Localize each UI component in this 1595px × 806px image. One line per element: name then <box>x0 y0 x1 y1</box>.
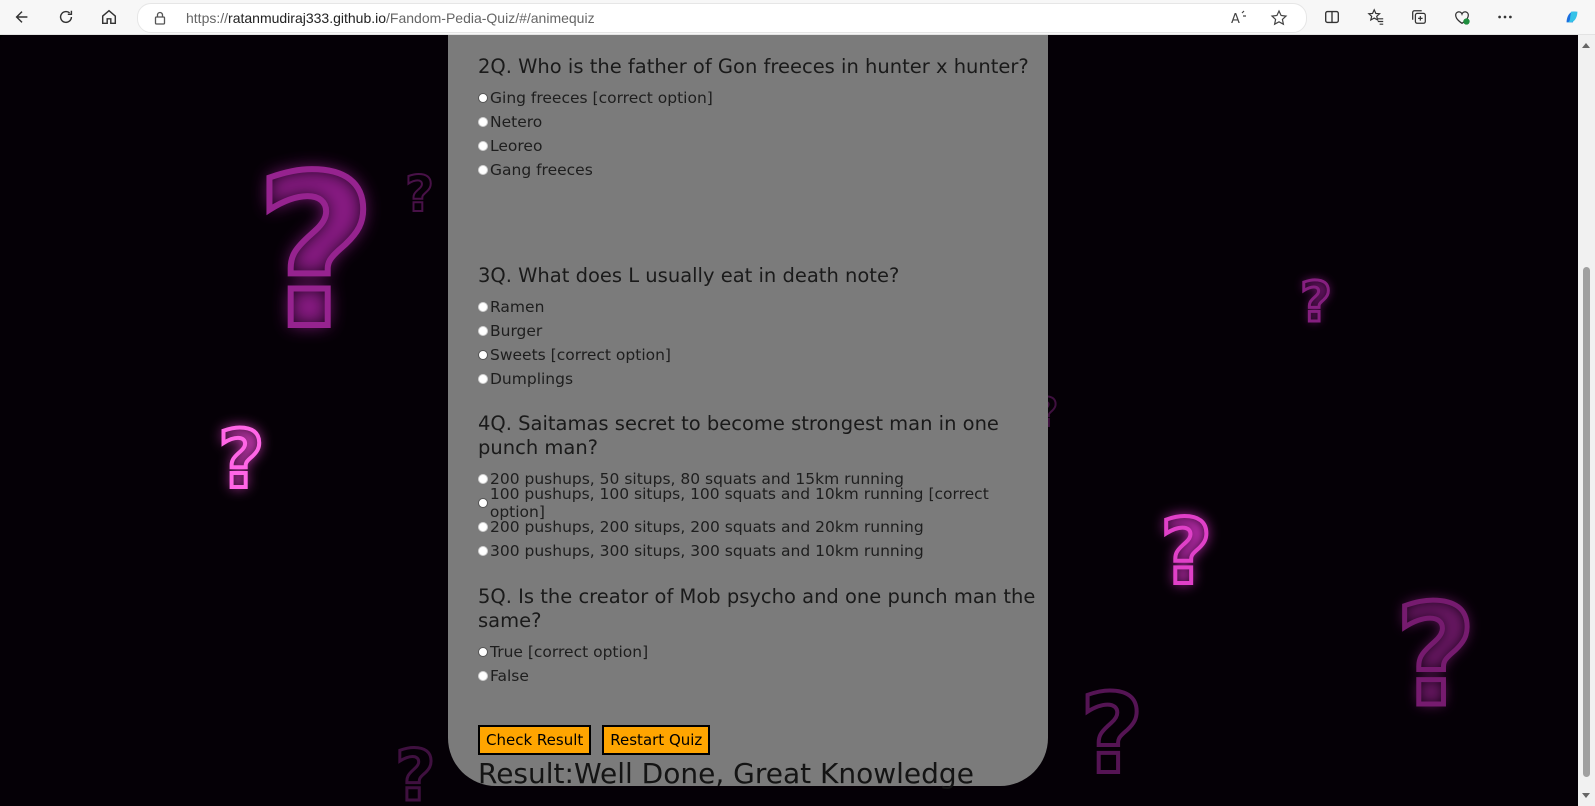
option-netero[interactable]: Netero <box>478 110 1038 134</box>
radio-button[interactable] <box>478 302 488 312</box>
radio-button[interactable] <box>478 93 488 103</box>
check-result-button[interactable]: Check Result <box>478 725 592 755</box>
address-bar[interactable]: https://ratanmudiraj333.github.io/Fandom… <box>137 3 1307 33</box>
back-icon[interactable] <box>8 3 36 31</box>
neon-question-mark-icon: ? <box>1299 269 1334 336</box>
browser-toolbar: https://ratanmudiraj333.github.io/Fandom… <box>0 0 1595 35</box>
radio-button[interactable] <box>478 374 488 384</box>
scroll-thumb[interactable] <box>1583 267 1590 777</box>
more-icon[interactable] <box>1491 3 1519 31</box>
radio-button[interactable] <box>478 647 488 657</box>
radio-button[interactable] <box>478 474 488 484</box>
radio-button[interactable] <box>478 522 488 532</box>
home-icon[interactable] <box>95 3 123 31</box>
refresh-icon[interactable] <box>52 3 80 31</box>
radio-button[interactable] <box>478 498 488 508</box>
option-100-pushups[interactable]: 100 pushups, 100 situps, 100 squats and … <box>478 485 1038 521</box>
question-5: 5Q. Is the creator of Mob psycho and one… <box>478 585 1038 688</box>
radio-button[interactable] <box>478 671 488 681</box>
question-title: 3Q. What does L usually eat in death not… <box>478 264 900 287</box>
copilot-icon[interactable] <box>1558 3 1586 31</box>
neon-question-mark-icon: ? <box>216 411 266 508</box>
option-ging-freeces[interactable]: Ging freeces [correct option] <box>478 86 1038 110</box>
quiz-card: 2Q. Who is the father of Gon freeces in … <box>448 35 1048 790</box>
option-ramen[interactable]: Ramen <box>478 295 1038 319</box>
question-2: 2Q. Who is the father of Gon freeces in … <box>478 55 1038 182</box>
quiz-actions: Check Result Restart Quiz <box>478 725 711 755</box>
option-leoreo[interactable]: Leoreo <box>478 134 1038 158</box>
option-dumplings[interactable]: Dumplings <box>478 367 1038 391</box>
option-true[interactable]: True [correct option] <box>478 640 1038 664</box>
read-aloud-icon[interactable]: A <box>1230 9 1248 27</box>
radio-button[interactable] <box>478 141 488 151</box>
lock-icon[interactable] <box>152 10 168 26</box>
option-300-pushups[interactable]: 300 pushups, 300 situps, 300 squats and … <box>478 539 1038 563</box>
neon-question-mark-icon: ? <box>1158 498 1214 607</box>
option-burger[interactable]: Burger <box>478 319 1038 343</box>
scroll-down-arrow-icon[interactable] <box>1582 793 1590 798</box>
page-viewport: ? ? ? ? ? ? ? ? ? 2Q. Who is the father … <box>0 35 1578 806</box>
browser-essentials-icon[interactable] <box>1448 3 1476 31</box>
option-gang-freeces[interactable]: Gang freeces <box>478 158 1038 182</box>
radio-button[interactable] <box>478 117 488 127</box>
question-4: 4Q. Saitamas secret to become strongest … <box>478 412 1038 563</box>
neon-question-mark-icon: ? <box>1392 573 1478 741</box>
question-title: 5Q. Is the creator of Mob psycho and one… <box>478 585 1036 632</box>
option-false[interactable]: False <box>478 664 1038 688</box>
url-text[interactable]: https://ratanmudiraj333.github.io/Fandom… <box>186 10 595 26</box>
radio-button[interactable] <box>478 165 488 175</box>
scrollbar[interactable] <box>1578 35 1595 806</box>
radio-button[interactable] <box>478 326 488 336</box>
neon-question-mark-icon: ? <box>1078 668 1146 800</box>
question-3: 3Q. What does L usually eat in death not… <box>478 264 1038 391</box>
neon-question-mark-icon: ? <box>404 164 435 224</box>
option-sweets[interactable]: Sweets [correct option] <box>478 343 1038 367</box>
favorite-star-icon[interactable] <box>1270 9 1288 27</box>
neon-question-mark-icon: ? <box>252 127 380 378</box>
favorites-icon[interactable] <box>1362 3 1390 31</box>
radio-button[interactable] <box>478 350 488 360</box>
question-title: 4Q. Saitamas secret to become strongest … <box>478 412 999 459</box>
question-title: 2Q. Who is the father of Gon freeces in … <box>478 55 1029 78</box>
scroll-up-arrow-icon[interactable] <box>1582 43 1590 48</box>
collections-icon[interactable] <box>1405 3 1433 31</box>
neon-question-mark-icon: ? <box>394 734 438 806</box>
radio-button[interactable] <box>478 546 488 556</box>
split-screen-icon[interactable] <box>1318 3 1346 31</box>
svg-text:A: A <box>1231 12 1240 27</box>
restart-quiz-button[interactable]: Restart Quiz <box>602 725 711 755</box>
result-text: Result:Well Done, Great Knowledge <box>478 757 974 790</box>
